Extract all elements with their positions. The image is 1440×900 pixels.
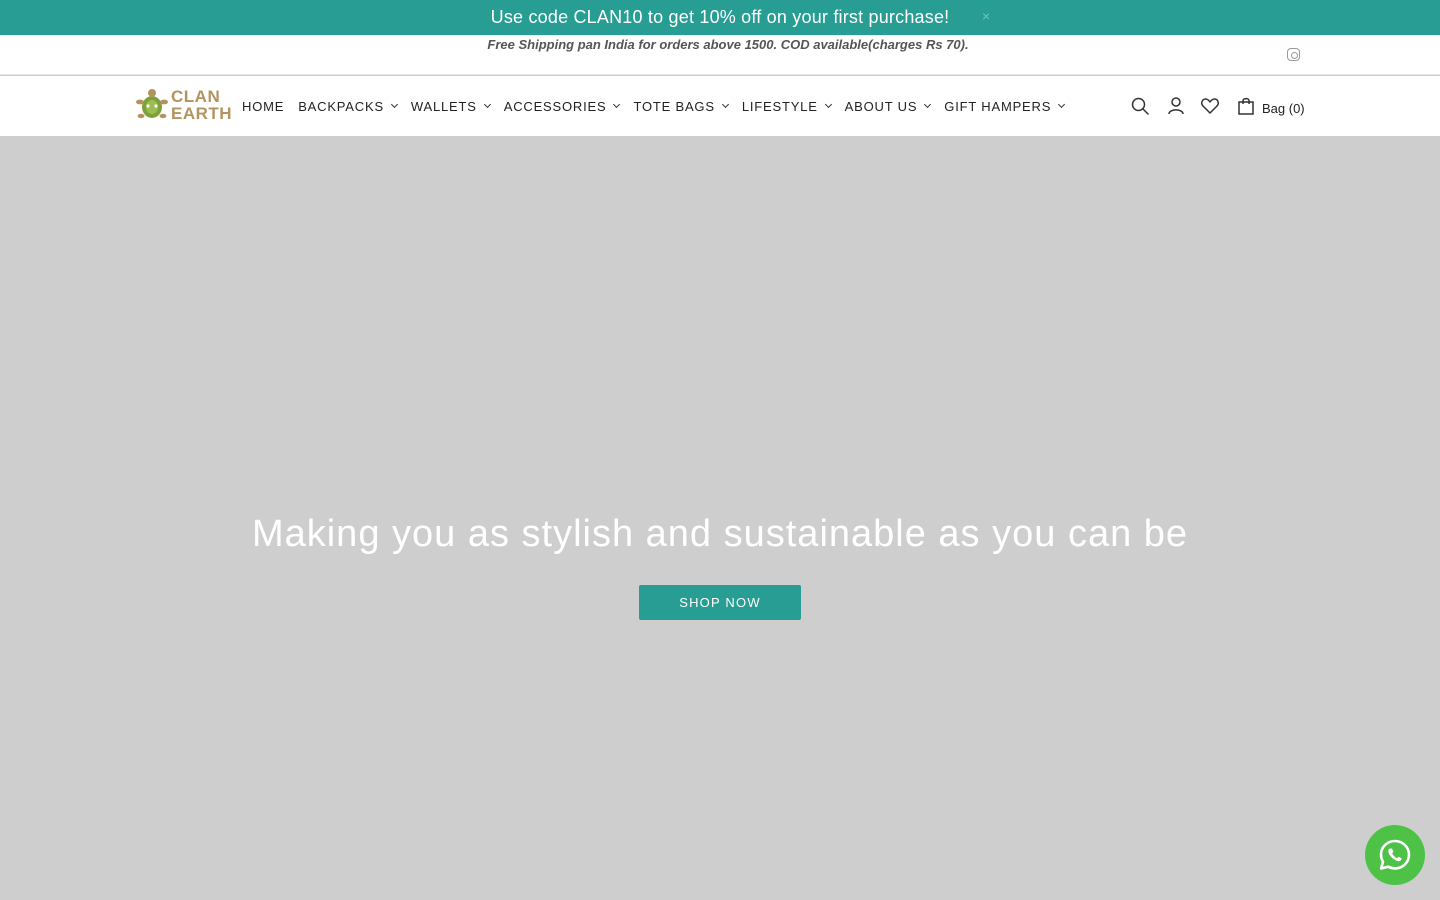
promo-bar: Use code CLAN10 to get 10% off on your f… xyxy=(0,0,1440,35)
hero-banner: Making you as stylish and sustainable as… xyxy=(0,136,1440,900)
logo-line2: EARTH xyxy=(171,104,233,123)
hero-title: Making you as stylish and sustainable as… xyxy=(251,513,1189,555)
chevron-down-icon xyxy=(613,100,621,108)
turtle-logo-icon xyxy=(136,89,168,119)
nav-item-lifestyle[interactable]: LIFESTYLE xyxy=(741,98,832,114)
nav-item-about-us[interactable]: ABOUT US xyxy=(844,98,932,114)
nav-item-gift-hampers[interactable]: GIFT HAMPERS xyxy=(944,98,1066,114)
nav-item-label: ABOUT US xyxy=(844,98,918,114)
nav-item-label: LIFESTYLE xyxy=(741,98,818,114)
chevron-down-icon xyxy=(924,100,932,108)
logo-wordmark: CLAN EARTH xyxy=(171,88,232,122)
wishlist-heart-icon[interactable] xyxy=(1200,96,1220,116)
nav-item-label: GIFT HAMPERS xyxy=(944,98,1052,114)
shipping-bar: Free Shipping pan India for orders above… xyxy=(0,35,1440,75)
chevron-down-icon xyxy=(721,100,729,108)
whatsapp-icon xyxy=(1379,839,1411,870)
shopping-bag-icon[interactable] xyxy=(1236,96,1256,116)
chevron-down-icon xyxy=(1058,100,1066,108)
nav-item-tote-bags[interactable]: TOTE BAGS xyxy=(633,98,729,114)
account-icon[interactable] xyxy=(1166,96,1186,116)
promo-text: Use code CLAN10 to get 10% off on your f… xyxy=(490,7,950,27)
nav-item-label: TOTE BAGS xyxy=(633,98,715,114)
chevron-down-icon xyxy=(483,100,491,108)
chevron-down-icon xyxy=(390,100,398,108)
nav-item-label: ACCESSORIES xyxy=(503,98,607,114)
nav-item-home[interactable]: HOME xyxy=(242,99,284,114)
chevron-down-icon xyxy=(824,100,832,108)
nav-item-label: BACKPACKS xyxy=(298,98,384,114)
shipping-text: Free Shipping pan India for orders above… xyxy=(487,37,969,52)
nav-item-backpacks[interactable]: BACKPACKS xyxy=(298,98,398,114)
nav-item-wallets[interactable]: WALLETS xyxy=(410,98,491,114)
close-icon[interactable]: × xyxy=(982,8,990,24)
logo[interactable]: CLAN EARTH xyxy=(135,88,232,124)
instagram-icon[interactable] xyxy=(1287,48,1300,61)
main-nav: CLAN EARTH HOME BACKPACKS WALLETS ACCESS… xyxy=(0,76,1440,136)
nav-menu: HOME BACKPACKS WALLETS ACCESSORIES TOTE … xyxy=(242,76,1078,136)
nav-item-accessories[interactable]: ACCESSORIES xyxy=(503,98,621,114)
nav-item-label: WALLETS xyxy=(410,98,477,114)
logo-line1: CLAN xyxy=(171,87,221,106)
shop-now-button[interactable]: SHOP NOW xyxy=(639,585,801,620)
search-icon[interactable] xyxy=(1130,96,1150,116)
bag-count[interactable]: Bag (0) xyxy=(1262,101,1305,116)
nav-item-label: HOME xyxy=(242,98,285,114)
whatsapp-chat-button[interactable] xyxy=(1365,825,1425,885)
